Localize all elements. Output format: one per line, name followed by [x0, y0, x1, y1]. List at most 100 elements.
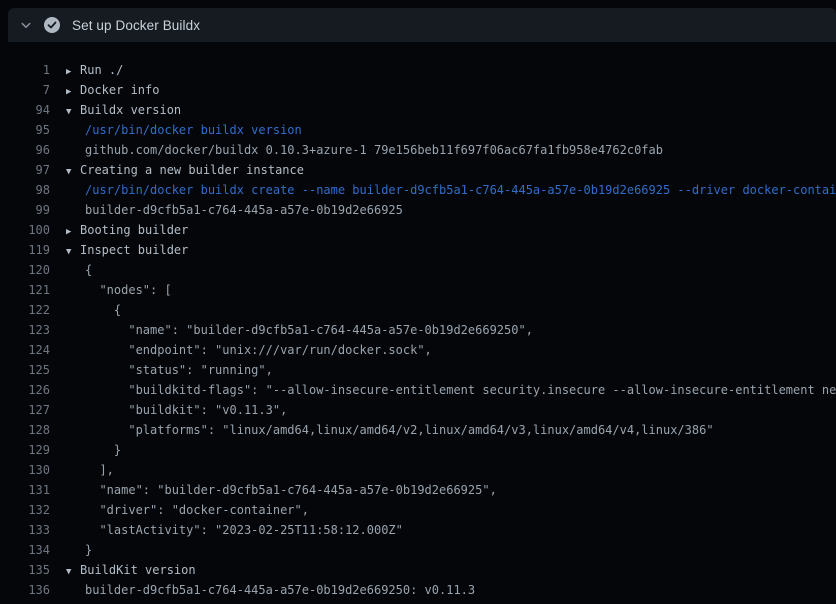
line-number[interactable]: 132	[0, 500, 50, 520]
log-text: {	[66, 300, 121, 320]
log-line-text: "status": "running",	[66, 360, 836, 380]
triangle-right-icon[interactable]: ▶	[66, 62, 80, 80]
log-row: 122 {	[0, 300, 836, 320]
check-circle-icon	[44, 17, 60, 33]
log-text: }	[66, 440, 121, 460]
log-text: github.com/docker/buildx 0.10.3+azure-1 …	[66, 140, 663, 160]
line-number[interactable]: 98	[0, 180, 50, 200]
group-label: Creating a new builder instance	[80, 163, 304, 177]
log-group-toggle[interactable]: ▼Inspect builder	[66, 240, 836, 260]
triangle-right-icon[interactable]: ▶	[66, 222, 80, 240]
log-line-text: "endpoint": "unix:///var/run/docker.sock…	[66, 340, 836, 360]
log-row: 135 ▼BuildKit version	[0, 560, 836, 580]
log-row: 128 "platforms": "linux/amd64,linux/amd6…	[0, 420, 836, 440]
log-row: 94 ▼Buildx version	[0, 100, 836, 120]
log-row: 99builder-d9cfb5a1-c764-445a-a57e-0b19d2…	[0, 200, 836, 220]
log-row: 127 "buildkit": "v0.11.3",	[0, 400, 836, 420]
triangle-down-icon[interactable]: ▼	[66, 242, 80, 260]
log-row: 126 "buildkitd-flags": "--allow-insecure…	[0, 380, 836, 400]
log-group-toggle[interactable]: ▶Docker info	[66, 80, 836, 100]
line-number[interactable]: 134	[0, 540, 50, 560]
log-row: 125 "status": "running",	[0, 360, 836, 380]
log-line-text: "lastActivity": "2023-02-25T11:58:12.000…	[66, 520, 836, 540]
triangle-down-icon[interactable]: ▼	[66, 562, 80, 580]
log-line-text: {	[66, 300, 836, 320]
log-text: "name": "builder-d9cfb5a1-c764-445a-a57e…	[66, 480, 497, 500]
line-number[interactable]: 124	[0, 340, 50, 360]
line-number[interactable]: 130	[0, 460, 50, 480]
log-line-text: }	[66, 440, 836, 460]
line-number[interactable]: 123	[0, 320, 50, 340]
command-text: /usr/bin/docker buildx create --name bui…	[66, 180, 836, 200]
line-number[interactable]: 121	[0, 280, 50, 300]
log-row: 95/usr/bin/docker buildx version	[0, 120, 836, 140]
log-text: {	[66, 260, 92, 280]
log-row: 100 ▶Booting builder	[0, 220, 836, 240]
line-number[interactable]: 128	[0, 420, 50, 440]
line-number[interactable]: 135	[0, 560, 50, 580]
log-line-text: "nodes": [	[66, 280, 836, 300]
log-row: 119 ▼Inspect builder	[0, 240, 836, 260]
line-number[interactable]: 95	[0, 120, 50, 140]
triangle-down-icon[interactable]: ▼	[66, 162, 80, 180]
log-group-toggle[interactable]: ▶Booting builder	[66, 220, 836, 240]
log-text: "platforms": "linux/amd64,linux/amd64/v2…	[66, 420, 714, 440]
log-text: builder-d9cfb5a1-c764-445a-a57e-0b19d2e6…	[66, 580, 475, 600]
log-text: "driver": "docker-container",	[66, 500, 309, 520]
line-number[interactable]: 122	[0, 300, 50, 320]
group-label: Inspect builder	[80, 243, 188, 257]
step-header[interactable]: Set up Docker Buildx	[8, 8, 836, 42]
triangle-right-icon[interactable]: ▶	[66, 82, 80, 100]
log-line-text: "name": "builder-d9cfb5a1-c764-445a-a57e…	[66, 480, 836, 500]
group-label: Run ./	[80, 63, 123, 77]
log-row: 124 "endpoint": "unix:///var/run/docker.…	[0, 340, 836, 360]
chevron-down-icon[interactable]	[8, 19, 44, 31]
log-line-text: }	[66, 540, 836, 560]
log-text: "nodes": [	[66, 280, 172, 300]
log-line-text: "driver": "docker-container",	[66, 500, 836, 520]
log-group-toggle[interactable]: ▼Creating a new builder instance	[66, 160, 836, 180]
log-group-toggle[interactable]: ▼Buildx version	[66, 100, 836, 120]
log-row: 96 github.com/docker/buildx 0.10.3+azure-…	[0, 140, 836, 160]
triangle-down-icon[interactable]: ▼	[66, 102, 80, 120]
line-number[interactable]: 119	[0, 240, 50, 260]
log-row: 7 ▶Docker info	[0, 80, 836, 100]
log-line-text: {	[66, 260, 836, 280]
log-row: 134}	[0, 540, 836, 560]
log-line-text: "name": "builder-d9cfb5a1-c764-445a-a57e…	[66, 320, 836, 340]
line-number[interactable]: 133	[0, 520, 50, 540]
log-line-text: github.com/docker/buildx 0.10.3+azure-1 …	[66, 140, 836, 160]
line-number[interactable]: 1	[0, 60, 50, 80]
log-text: "buildkitd-flags": "--allow-insecure-ent…	[66, 380, 836, 400]
log-line-text: "buildkitd-flags": "--allow-insecure-ent…	[66, 380, 836, 400]
line-number[interactable]: 96	[0, 140, 50, 160]
log-row: 132 "driver": "docker-container",	[0, 500, 836, 520]
line-number[interactable]: 100	[0, 220, 50, 240]
log-text: }	[66, 540, 92, 560]
line-number[interactable]: 125	[0, 360, 50, 380]
log-row: 121 "nodes": [	[0, 280, 836, 300]
step-title: Set up Docker Buildx	[72, 18, 200, 33]
line-number[interactable]: 136	[0, 580, 50, 600]
log-row: 129 }	[0, 440, 836, 460]
line-number[interactable]: 131	[0, 480, 50, 500]
log-group-toggle[interactable]: ▼BuildKit version	[66, 560, 836, 580]
log-text: "buildkit": "v0.11.3",	[66, 400, 287, 420]
log-row: 130 ],	[0, 460, 836, 480]
line-number[interactable]: 126	[0, 380, 50, 400]
line-number[interactable]: 7	[0, 80, 50, 100]
log-group-toggle[interactable]: ▶Run ./	[66, 60, 836, 80]
log-text: "name": "builder-d9cfb5a1-c764-445a-a57e…	[66, 320, 533, 340]
line-number[interactable]: 120	[0, 260, 50, 280]
log-row: 97 ▼Creating a new builder instance	[0, 160, 836, 180]
line-number[interactable]: 94	[0, 100, 50, 120]
line-number[interactable]: 129	[0, 440, 50, 460]
log-row: 133 "lastActivity": "2023-02-25T11:58:12…	[0, 520, 836, 540]
line-number[interactable]: 127	[0, 400, 50, 420]
log-row: 136 builder-d9cfb5a1-c764-445a-a57e-0b19d…	[0, 580, 836, 600]
line-number[interactable]: 97	[0, 160, 50, 180]
group-label: BuildKit version	[80, 563, 196, 577]
group-label: Booting builder	[80, 223, 188, 237]
line-number[interactable]: 99	[0, 200, 50, 220]
log-row: 123 "name": "builder-d9cfb5a1-c764-445a-…	[0, 320, 836, 340]
